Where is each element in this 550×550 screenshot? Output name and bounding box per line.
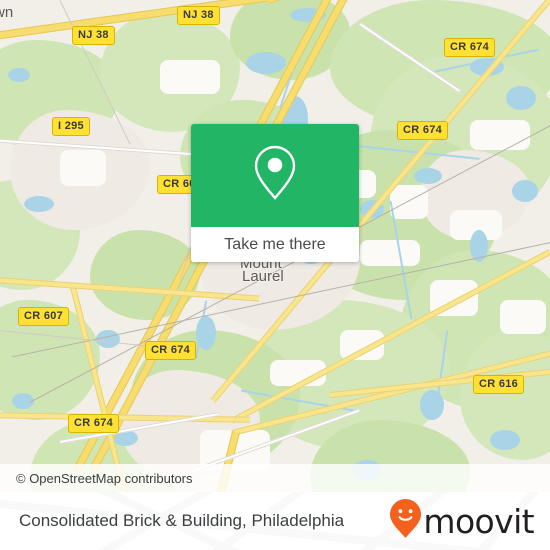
place-label: Laurel [242,268,284,285]
moovit-brand[interactable]: moovit [390,499,550,543]
openstreetmap-attribution[interactable]: © OpenStreetMap contributors [0,471,193,486]
water-body [490,430,520,450]
residential-block [360,240,420,266]
moovit-smiley-pin-icon [390,499,422,543]
card-icon-panel [191,124,359,227]
moovit-map-screenshot: NJ 38 NJ 38 I 295 CR 674 CR 674 CR 60 CR 607 CR… [0,0,550,550]
card-cta-panel[interactable]: Take me there [191,227,359,262]
water-body [24,196,54,212]
road-shield: CR 674 [68,414,120,433]
road-shield: CR 674 [444,38,496,57]
map-pin-icon [251,143,299,208]
take-me-there-button[interactable]: Take me there [224,236,325,254]
water-body [512,180,538,202]
road-shield: CR 674 [145,341,197,360]
water-body [420,390,444,420]
road-shield: NJ 38 [72,26,115,45]
footer-bar: Consolidated Brick & Building, Philadelp… [0,492,550,550]
destination-card[interactable]: Take me there [191,124,359,262]
residential-block [160,60,220,94]
water-body [414,168,442,184]
water-body [8,68,30,82]
moovit-wordmark: moovit [423,501,534,541]
road-shield: I 295 [52,117,90,136]
residential-block [60,150,106,186]
road-shield: CR 674 [397,121,449,140]
residential-block [470,120,530,150]
water-body [506,86,536,110]
map-attribution-bar: © OpenStreetMap contributors [0,464,550,492]
water-body [246,52,286,74]
road-shield: NJ 38 [177,6,220,25]
page-title: Consolidated Brick & Building, Philadelp… [19,511,345,530]
residential-block [500,300,546,334]
place-label: wn [0,4,14,21]
road-shield: CR 616 [473,375,525,394]
water-body [96,330,120,348]
map-canvas[interactable]: NJ 38 NJ 38 I 295 CR 674 CR 674 CR 60 CR 607 CR… [0,0,550,492]
residential-block [390,185,428,219]
road-shield: CR 607 [18,307,70,326]
